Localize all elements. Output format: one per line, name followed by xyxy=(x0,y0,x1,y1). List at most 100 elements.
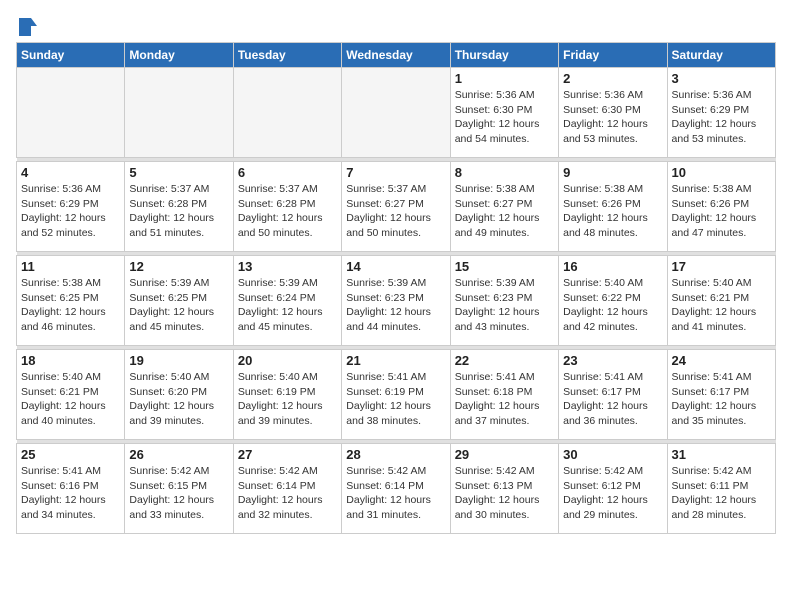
day-number: 24 xyxy=(672,353,771,368)
day-info: Sunrise: 5:39 AM Sunset: 6:24 PM Dayligh… xyxy=(238,276,337,335)
calendar-week-row: 1 Sunrise: 5:36 AM Sunset: 6:30 PM Daylig… xyxy=(17,68,776,158)
day-number: 3 xyxy=(672,71,771,86)
calendar-cell: 26 Sunrise: 5:42 AM Sunset: 6:15 PM Dayli… xyxy=(125,444,233,534)
day-info: Sunrise: 5:41 AM Sunset: 6:17 PM Dayligh… xyxy=(563,370,662,429)
calendar-week-row: 11 Sunrise: 5:38 AM Sunset: 6:25 PM Dayli… xyxy=(17,256,776,346)
day-number: 6 xyxy=(238,165,337,180)
day-info: Sunrise: 5:41 AM Sunset: 6:18 PM Dayligh… xyxy=(455,370,554,429)
day-header-wednesday: Wednesday xyxy=(342,43,450,68)
day-number: 11 xyxy=(21,259,120,274)
calendar-cell: 31 Sunrise: 5:42 AM Sunset: 6:11 PM Dayli… xyxy=(667,444,775,534)
day-header-friday: Friday xyxy=(559,43,667,68)
day-number: 23 xyxy=(563,353,662,368)
day-info: Sunrise: 5:38 AM Sunset: 6:27 PM Dayligh… xyxy=(455,182,554,241)
calendar-cell: 10Sunrise: 5:38 AM Sunset: 6:26 PM Dayli… xyxy=(667,162,775,252)
day-info: Sunrise: 5:40 AM Sunset: 6:19 PM Dayligh… xyxy=(238,370,337,429)
day-number: 12 xyxy=(129,259,228,274)
day-number: 8 xyxy=(455,165,554,180)
day-info: Sunrise: 5:37 AM Sunset: 6:27 PM Dayligh… xyxy=(346,182,445,241)
day-header-monday: Monday xyxy=(125,43,233,68)
calendar-cell: 2 Sunrise: 5:36 AM Sunset: 6:30 PM Daylig… xyxy=(559,68,667,158)
day-header-saturday: Saturday xyxy=(667,43,775,68)
calendar-cell: 28Sunrise: 5:42 AM Sunset: 6:14 PM Dayli… xyxy=(342,444,450,534)
calendar-cell: 17 Sunrise: 5:40 AM Sunset: 6:21 PM Dayli… xyxy=(667,256,775,346)
calendar-cell: 18Sunrise: 5:40 AM Sunset: 6:21 PM Dayli… xyxy=(17,350,125,440)
calendar-cell: 1Sunrise: 5:36 AM Sunset: 6:30 PM Daylig… xyxy=(450,68,558,158)
day-info: Sunrise: 5:40 AM Sunset: 6:21 PM Dayligh… xyxy=(21,370,120,429)
day-number: 30 xyxy=(563,447,662,462)
calendar-cell xyxy=(125,68,233,158)
day-info: Sunrise: 5:42 AM Sunset: 6:14 PM Dayligh… xyxy=(238,464,337,523)
day-info: Sunrise: 5:38 AM Sunset: 6:26 PM Dayligh… xyxy=(563,182,662,241)
calendar-cell: 5 Sunrise: 5:37 AM Sunset: 6:28 PM Daylig… xyxy=(125,162,233,252)
calendar-cell: 14 Sunrise: 5:39 AM Sunset: 6:23 PM Dayli… xyxy=(342,256,450,346)
calendar-cell: 4 Sunrise: 5:36 AM Sunset: 6:29 PM Daylig… xyxy=(17,162,125,252)
day-number: 21 xyxy=(346,353,445,368)
day-header-tuesday: Tuesday xyxy=(233,43,341,68)
day-number: 27 xyxy=(238,447,337,462)
logo xyxy=(16,16,40,34)
calendar-cell: 20 Sunrise: 5:40 AM Sunset: 6:19 PM Dayli… xyxy=(233,350,341,440)
day-info: Sunrise: 5:38 AM Sunset: 6:26 PM Dayligh… xyxy=(672,182,771,241)
calendar-cell: 30Sunrise: 5:42 AM Sunset: 6:12 PM Dayli… xyxy=(559,444,667,534)
calendar-table: SundayMondayTuesdayWednesdayThursdayFrid… xyxy=(16,42,776,534)
calendar-header-row: SundayMondayTuesdayWednesdayThursdayFrid… xyxy=(17,43,776,68)
day-info: Sunrise: 5:39 AM Sunset: 6:25 PM Dayligh… xyxy=(129,276,228,335)
calendar-cell: 21 Sunrise: 5:41 AM Sunset: 6:19 PM Dayli… xyxy=(342,350,450,440)
day-number: 7 xyxy=(346,165,445,180)
day-info: Sunrise: 5:42 AM Sunset: 6:15 PM Dayligh… xyxy=(129,464,228,523)
day-info: Sunrise: 5:41 AM Sunset: 6:19 PM Dayligh… xyxy=(346,370,445,429)
calendar-cell: 8 Sunrise: 5:38 AM Sunset: 6:27 PM Daylig… xyxy=(450,162,558,252)
calendar-cell: 13Sunrise: 5:39 AM Sunset: 6:24 PM Dayli… xyxy=(233,256,341,346)
header xyxy=(16,16,776,34)
day-info: Sunrise: 5:37 AM Sunset: 6:28 PM Dayligh… xyxy=(129,182,228,241)
day-number: 2 xyxy=(563,71,662,86)
calendar-week-row: 4 Sunrise: 5:36 AM Sunset: 6:29 PM Daylig… xyxy=(17,162,776,252)
calendar-cell: 25 Sunrise: 5:41 AM Sunset: 6:16 PM Dayli… xyxy=(17,444,125,534)
day-info: Sunrise: 5:38 AM Sunset: 6:25 PM Dayligh… xyxy=(21,276,120,335)
day-number: 16 xyxy=(563,259,662,274)
calendar-cell xyxy=(342,68,450,158)
calendar-cell: 15Sunrise: 5:39 AM Sunset: 6:23 PM Dayli… xyxy=(450,256,558,346)
day-number: 26 xyxy=(129,447,228,462)
calendar-cell xyxy=(233,68,341,158)
calendar-cell: 9 Sunrise: 5:38 AM Sunset: 6:26 PM Daylig… xyxy=(559,162,667,252)
day-info: Sunrise: 5:40 AM Sunset: 6:22 PM Dayligh… xyxy=(563,276,662,335)
day-info: Sunrise: 5:42 AM Sunset: 6:11 PM Dayligh… xyxy=(672,464,771,523)
calendar-cell: 23 Sunrise: 5:41 AM Sunset: 6:17 PM Dayli… xyxy=(559,350,667,440)
day-info: Sunrise: 5:39 AM Sunset: 6:23 PM Dayligh… xyxy=(455,276,554,335)
calendar-cell: 19Sunrise: 5:40 AM Sunset: 6:20 PM Dayli… xyxy=(125,350,233,440)
calendar-cell: 12 Sunrise: 5:39 AM Sunset: 6:25 PM Dayli… xyxy=(125,256,233,346)
day-number: 25 xyxy=(21,447,120,462)
day-header-sunday: Sunday xyxy=(17,43,125,68)
calendar-cell: 22Sunrise: 5:41 AM Sunset: 6:18 PM Dayli… xyxy=(450,350,558,440)
day-number: 28 xyxy=(346,447,445,462)
day-number: 31 xyxy=(672,447,771,462)
calendar-cell: 24 Sunrise: 5:41 AM Sunset: 6:17 PM Dayli… xyxy=(667,350,775,440)
day-info: Sunrise: 5:39 AM Sunset: 6:23 PM Dayligh… xyxy=(346,276,445,335)
day-info: Sunrise: 5:36 AM Sunset: 6:29 PM Dayligh… xyxy=(21,182,120,241)
calendar-cell: 6Sunrise: 5:37 AM Sunset: 6:28 PM Daylig… xyxy=(233,162,341,252)
day-number: 1 xyxy=(455,71,554,86)
day-info: Sunrise: 5:40 AM Sunset: 6:21 PM Dayligh… xyxy=(672,276,771,335)
day-number: 9 xyxy=(563,165,662,180)
day-number: 17 xyxy=(672,259,771,274)
day-number: 19 xyxy=(129,353,228,368)
calendar-cell: 16 Sunrise: 5:40 AM Sunset: 6:22 PM Dayli… xyxy=(559,256,667,346)
logo-icon xyxy=(17,16,39,38)
calendar-week-row: 18Sunrise: 5:40 AM Sunset: 6:21 PM Dayli… xyxy=(17,350,776,440)
day-number: 5 xyxy=(129,165,228,180)
calendar-cell: 3 Sunrise: 5:36 AM Sunset: 6:29 PM Daylig… xyxy=(667,68,775,158)
day-info: Sunrise: 5:36 AM Sunset: 6:30 PM Dayligh… xyxy=(563,88,662,147)
day-number: 14 xyxy=(346,259,445,274)
calendar-cell: 29Sunrise: 5:42 AM Sunset: 6:13 PM Dayli… xyxy=(450,444,558,534)
day-info: Sunrise: 5:36 AM Sunset: 6:29 PM Dayligh… xyxy=(672,88,771,147)
day-info: Sunrise: 5:41 AM Sunset: 6:17 PM Dayligh… xyxy=(672,370,771,429)
calendar-week-row: 25 Sunrise: 5:41 AM Sunset: 6:16 PM Dayli… xyxy=(17,444,776,534)
day-info: Sunrise: 5:41 AM Sunset: 6:16 PM Dayligh… xyxy=(21,464,120,523)
calendar-cell: 7 Sunrise: 5:37 AM Sunset: 6:27 PM Daylig… xyxy=(342,162,450,252)
day-number: 20 xyxy=(238,353,337,368)
calendar-cell: 11 Sunrise: 5:38 AM Sunset: 6:25 PM Dayli… xyxy=(17,256,125,346)
day-number: 4 xyxy=(21,165,120,180)
day-info: Sunrise: 5:42 AM Sunset: 6:13 PM Dayligh… xyxy=(455,464,554,523)
